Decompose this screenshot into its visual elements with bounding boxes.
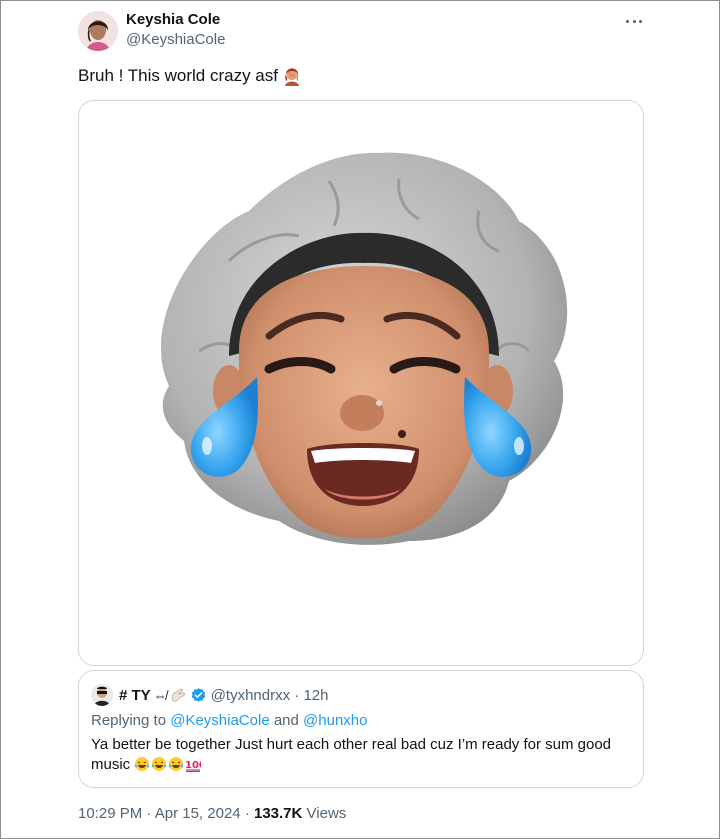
face-with-tears-of-joy-icon — [135, 757, 150, 771]
quoted-tweet-text: Ya better be together Just hurt each oth… — [91, 735, 631, 775]
tweet-text-content: Bruh ! This world crazy asf — [78, 66, 278, 85]
quoted-name-decoration: ⇎ — [153, 687, 167, 703]
author-display-name[interactable]: Keyshia Cole — [126, 11, 225, 29]
quoted-handle[interactable]: @tyxhndrxx — [211, 687, 290, 704]
tweet-meta: 10:29 PM · Apr 15, 2024 · 133.7K Views — [78, 804, 346, 824]
face-with-tears-of-joy-icon — [169, 757, 184, 771]
media-image[interactable] — [78, 100, 644, 666]
tweet-frame: Keyshia Cole @KeyshiaCole Bruh ! This wo… — [0, 0, 720, 839]
views-label: Views — [306, 805, 347, 822]
svg-text:100: 100 — [185, 760, 201, 771]
more-options-button[interactable] — [624, 13, 644, 29]
quoted-display-name[interactable]: # TY — [119, 687, 151, 704]
author-handle[interactable]: @KeyshiaCole — [126, 30, 225, 50]
author-avatar[interactable] — [78, 11, 118, 51]
views-count: 133.7K — [253, 805, 303, 822]
reply-mention-hunxho[interactable]: @hunxho — [303, 712, 367, 729]
meta-separator: · — [146, 805, 152, 822]
quoted-time-text: · 12h — [294, 686, 329, 704]
reply-mention-keyshiacole[interactable]: @KeyshiaCole — [170, 712, 269, 729]
tweet-header: Keyshia Cole @KeyshiaCole — [78, 11, 644, 51]
tweet-date[interactable]: Apr 15, 2024 — [155, 805, 241, 822]
face-with-tears-of-joy-icon — [152, 757, 167, 771]
hand-emoji-icon — [171, 688, 185, 702]
quoted-avatar[interactable] — [91, 684, 113, 706]
verified-badge-icon — [191, 687, 205, 702]
author-names: Keyshia Cole @KeyshiaCole — [126, 11, 225, 50]
replying-to-line: Replying to @KeyshiaCole and @hunxho — [91, 711, 368, 731]
replying-prefix: Replying to — [91, 712, 167, 729]
meta-separator: · — [244, 805, 250, 822]
more-dot-icon — [632, 19, 636, 23]
quoted-tweet-card[interactable]: # TY ⇎ @tyxhndrxx · 12h Replying to @Key… — [78, 670, 644, 788]
quoted-tweet-header: # TY ⇎ @tyxhndrxx · 12h — [91, 683, 328, 707]
woman-facepalming-icon — [284, 68, 299, 86]
reply-and: and — [273, 712, 299, 729]
crying-laughing-memoji-icon — [160, 152, 568, 545]
more-dot-icon — [626, 19, 629, 23]
tweet-text: Bruh ! This world crazy asf — [78, 65, 302, 87]
quoted-time[interactable]: · 12h — [290, 687, 328, 704]
hundred-points-icon: 100 — [185, 760, 201, 772]
more-dot-icon — [639, 19, 642, 23]
tweet-time[interactable]: 10:29 PM — [78, 805, 142, 822]
